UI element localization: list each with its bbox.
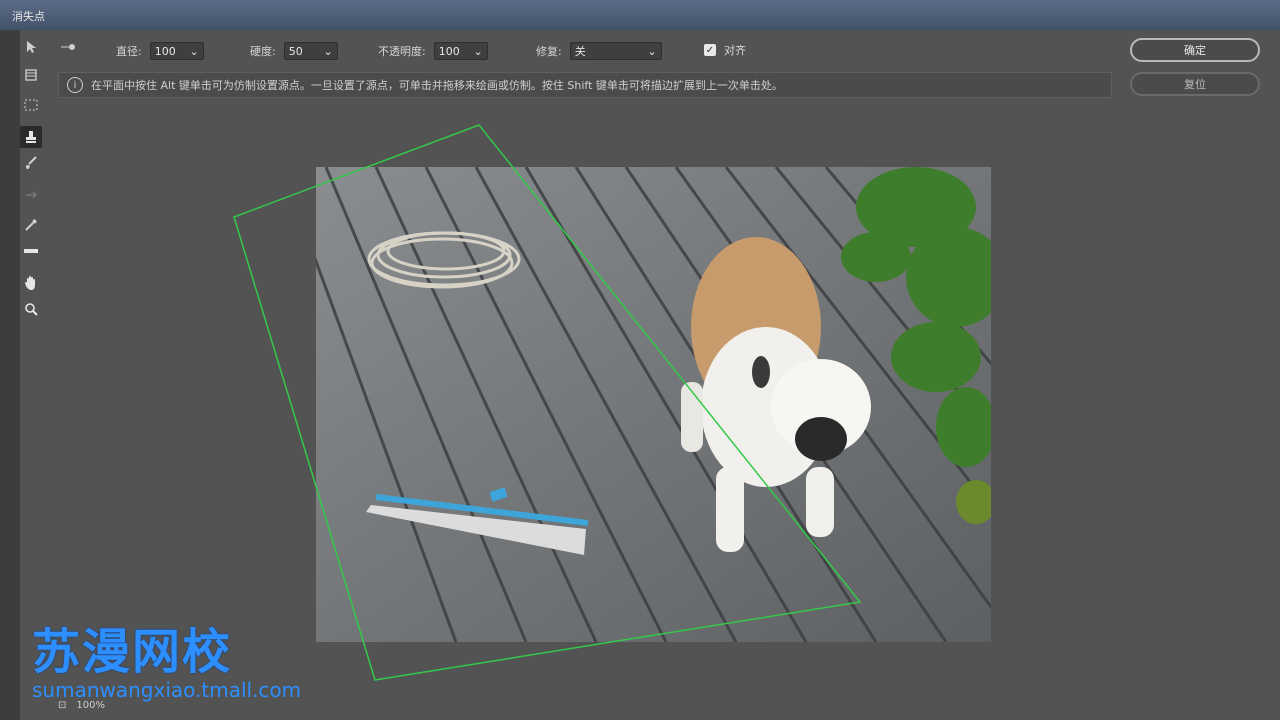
heal-value: 关	[574, 45, 586, 58]
marquee-tool-icon[interactable]	[20, 94, 42, 116]
zoom-tool-icon[interactable]	[20, 298, 42, 320]
edit-plane-tool-icon[interactable]	[20, 36, 42, 58]
measure-tool-icon[interactable]	[20, 240, 42, 262]
zoom-level: 100%	[76, 700, 105, 711]
transform-tool-icon[interactable]	[20, 184, 42, 206]
opacity-value: 100	[438, 44, 460, 58]
title-bar: 消失点	[0, 0, 1280, 30]
info-icon: i	[67, 77, 83, 93]
fit-screen-icon[interactable]: ⊡	[58, 700, 66, 711]
stamp-tool-icon[interactable]	[20, 126, 42, 148]
options-bar: 直径: 100 ⌄ 硬度: 50 ⌄ 不透明度: 100 ⌄ 修复: 关 ⌄ ✓…	[52, 36, 1122, 66]
watermark: 苏漫网校 sumanwangxiao.tmall.com	[32, 612, 301, 702]
status-bar: ⊡ 100%	[58, 700, 105, 711]
tool-panel	[20, 34, 44, 334]
image-canvas[interactable]	[316, 167, 991, 642]
eyedropper-tool-icon[interactable]	[20, 214, 42, 236]
heal-label: 修复:	[536, 45, 562, 58]
diameter-value: 100	[154, 44, 176, 58]
align-checkbox[interactable]: ✓	[704, 44, 716, 56]
chevron-down-icon: ⌄	[189, 44, 199, 58]
create-plane-tool-icon[interactable]	[20, 64, 42, 86]
opacity-label: 不透明度:	[378, 45, 426, 58]
info-text: 在平面中按住 Alt 键单击可为仿制设置源点。一旦设置了源点，可单击并拖移来绘画…	[91, 79, 783, 92]
watermark-title: 苏漫网校	[32, 624, 233, 680]
hand-tool-icon[interactable]	[20, 272, 42, 294]
hardness-field[interactable]: 50 ⌄	[283, 42, 338, 60]
left-strip	[0, 30, 20, 720]
ok-button[interactable]: 确定	[1130, 38, 1260, 62]
brush-mode-icon[interactable]	[60, 42, 78, 52]
info-bar: i 在平面中按住 Alt 键单击可为仿制设置源点。一旦设置了源点，可单击并拖移来…	[58, 72, 1112, 98]
hardness-label: 硬度:	[250, 45, 276, 58]
watermark-url: sumanwangxiao.tmall.com	[32, 678, 302, 702]
opacity-field[interactable]: 100 ⌄	[433, 42, 488, 60]
reset-button[interactable]: 复位	[1130, 72, 1260, 96]
diameter-label: 直径:	[116, 45, 142, 58]
window-title: 消失点	[12, 10, 45, 23]
chevron-down-icon: ⌄	[323, 44, 333, 58]
chevron-down-icon: ⌄	[647, 44, 657, 58]
brush-tool-icon[interactable]	[20, 152, 42, 174]
chevron-down-icon: ⌄	[473, 44, 483, 58]
deck-photo	[316, 167, 991, 642]
align-label: 对齐	[724, 44, 746, 57]
heal-select[interactable]: 关 ⌄	[569, 42, 662, 60]
diameter-field[interactable]: 100 ⌄	[149, 42, 204, 60]
hardness-value: 50	[288, 44, 303, 58]
